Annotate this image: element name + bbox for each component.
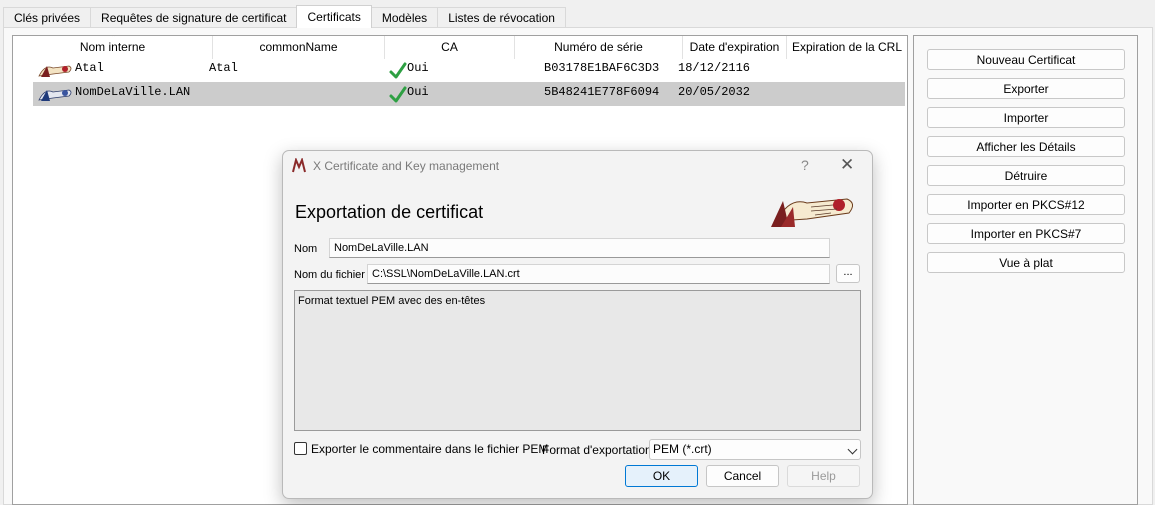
import-pkcs12-button[interactable]: Importer en PKCS#12 — [927, 194, 1125, 215]
column-header-common-name[interactable]: commonName — [213, 36, 385, 59]
column-header-expiration[interactable]: Date d'expiration — [683, 36, 787, 59]
close-icon[interactable]: ✕ — [840, 155, 854, 175]
certificate-scroll-icon — [38, 65, 72, 77]
help-icon[interactable]: ? — [801, 157, 809, 173]
tab-revocation-lists[interactable]: Listes de révocation — [437, 7, 566, 28]
name-label: Nom — [294, 243, 318, 255]
tab-templates[interactable]: Modèles — [370, 7, 439, 28]
help-button[interactable]: Help — [787, 465, 860, 487]
cell-expiration: 18/12/2116 — [678, 61, 751, 75]
cell-name: NomDeLaVille.LAN — [75, 85, 191, 99]
dialog-title-bar[interactable]: X Certificate and Key management ? ✕ — [283, 151, 872, 181]
column-header-serial[interactable]: Numéro de série — [515, 36, 683, 59]
delete-button[interactable]: Détruire — [927, 165, 1125, 186]
table-row-selected[interactable]: NomDeLaVille.LAN Oui 5B48241E778F6094 20… — [33, 82, 905, 106]
table-row[interactable]: Atal Atal Oui B03178E1BAF6C3D3 18/12/211… — [33, 58, 905, 82]
filename-label: Nom du fichier — [294, 269, 365, 281]
cancel-button[interactable]: Cancel — [706, 465, 779, 487]
new-certificate-button[interactable]: Nouveau Certificat — [927, 49, 1125, 70]
export-comment-checkbox[interactable] — [294, 442, 307, 455]
cell-expiration: 20/05/2032 — [678, 85, 751, 99]
export-format-value: PEM (*.crt) — [653, 442, 712, 456]
checkmark-icon — [389, 62, 407, 79]
export-comment-label[interactable]: Exporter le commentaire dans le fichier … — [311, 442, 548, 456]
tab-certificates[interactable]: Certificats — [296, 5, 372, 28]
show-details-button[interactable]: Afficher les Détails — [927, 136, 1125, 157]
export-format-select[interactable]: PEM (*.crt) — [649, 439, 861, 460]
ok-button[interactable]: OK — [625, 465, 698, 487]
list-header: ⌃ Nom interne commonName CA Numéro de sé… — [13, 36, 907, 59]
dialog-title: X Certificate and Key management — [313, 159, 500, 173]
cell-ca: Oui — [407, 61, 429, 75]
export-button[interactable]: Exporter — [927, 78, 1125, 99]
chevron-down-icon — [847, 444, 858, 455]
column-header-ca[interactable]: CA — [385, 36, 515, 59]
import-button[interactable]: Importer — [927, 107, 1125, 128]
format-description: Format textuel PEM avec des en-têtes — [294, 290, 861, 431]
dialog-heading: Exportation de certificat — [295, 202, 484, 222]
import-pkcs7-button[interactable]: Importer en PKCS#7 — [927, 223, 1125, 244]
cell-serial: 5B48241E778F6094 — [544, 85, 660, 99]
certificate-scroll-icon — [771, 198, 853, 227]
browse-button[interactable]: ... — [836, 264, 860, 283]
certificate-scroll-icon — [38, 89, 72, 101]
export-format-label: Format d'exportation — [542, 443, 652, 457]
name-field[interactable]: NomDeLaVille.LAN — [329, 238, 830, 258]
tab-bar: Clés privées Requêtes de signature de ce… — [3, 5, 566, 28]
cell-ca: Oui — [407, 85, 429, 99]
cell-common-name: Atal — [209, 61, 238, 75]
tab-private-keys[interactable]: Clés privées — [3, 7, 92, 28]
column-header-internal-name[interactable]: Nom interne — [13, 36, 213, 59]
column-header-crl-expiration[interactable]: Expiration de la CRL — [787, 36, 907, 59]
tab-csr[interactable]: Requêtes de signature de certificat — [90, 7, 298, 28]
export-certificate-dialog: X Certificate and Key management ? ✕ Exp… — [282, 150, 873, 499]
flat-view-button[interactable]: Vue à plat — [927, 252, 1125, 273]
cell-serial: B03178E1BAF6C3D3 — [544, 61, 660, 75]
actions-panel: Nouveau Certificat Exporter Importer Aff… — [913, 35, 1138, 505]
cell-name: Atal — [75, 61, 104, 75]
checkmark-icon — [389, 86, 407, 103]
filename-field[interactable]: C:\SSL\NomDeLaVille.LAN.crt — [367, 264, 830, 284]
xca-logo-icon — [292, 158, 306, 173]
